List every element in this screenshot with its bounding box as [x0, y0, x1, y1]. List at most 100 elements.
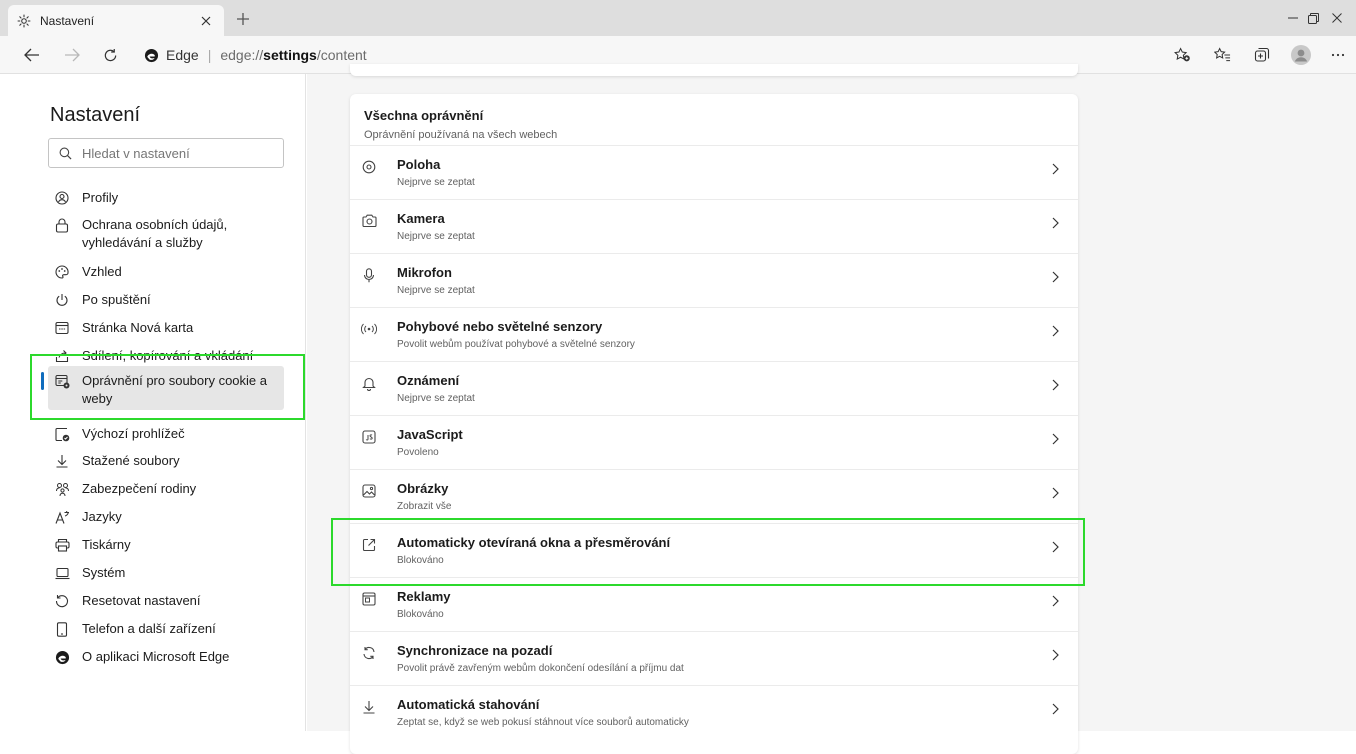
chevron-right-icon: [1048, 268, 1062, 286]
profile-button[interactable]: [1287, 42, 1315, 68]
sidebar-item-label: Sdílení, kopírování a vkládání: [82, 348, 254, 363]
permission-row-location[interactable]: Poloha Nejprve se zeptat: [350, 145, 1078, 199]
lock-icon: [54, 216, 70, 234]
refresh-button[interactable]: [96, 42, 124, 68]
chevron-right-icon: [1048, 322, 1062, 340]
permission-status: Nejprve se zeptat: [397, 231, 475, 242]
close-window-button[interactable]: [1318, 0, 1356, 36]
permission-name: Reklamy: [397, 589, 451, 604]
permission-name: Obrázky: [397, 481, 449, 496]
new-tab-button[interactable]: [230, 6, 256, 32]
search-input[interactable]: Hledat v nastavení: [48, 138, 284, 168]
sidebar-item-new-tab-page[interactable]: Stránka Nová karta: [48, 313, 284, 343]
microphone-icon: [360, 266, 378, 284]
edge-logo-icon: [144, 48, 159, 63]
forward-button[interactable]: [58, 42, 86, 68]
permission-row-popups-redirects[interactable]: Automaticky otevíraná okna a přesměrován…: [350, 523, 1078, 577]
sidebar-item-label: Po spuštění: [82, 292, 151, 307]
sidebar-item-label: Telefon a další zařízení: [82, 621, 216, 636]
sidebar-item-appearance[interactable]: Vzhled: [48, 257, 284, 287]
sync-icon: [360, 644, 378, 662]
active-indicator: [41, 372, 44, 390]
permission-row-images[interactable]: Obrázky Zobrazit vše: [350, 469, 1078, 523]
favorites-button[interactable]: [1208, 42, 1236, 68]
permission-name: Automaticky otevíraná okna a přesměrován…: [397, 535, 671, 550]
permission-row-microphone[interactable]: Mikrofon Nejprve se zeptat: [350, 253, 1078, 307]
sidebar-item-family-safety[interactable]: Zabezpečení rodiny: [48, 474, 284, 504]
back-button[interactable]: [18, 42, 46, 68]
edge-logo-icon: [54, 648, 70, 666]
close-tab-button[interactable]: [196, 11, 216, 31]
card-header: Všechna oprávnění Oprávnění používaná na…: [364, 108, 557, 141]
appearance-icon: [54, 263, 70, 281]
tab-settings[interactable]: Nastavení: [8, 5, 224, 36]
chevron-right-icon: [1048, 376, 1062, 394]
reset-icon: [54, 592, 70, 610]
permission-status: Blokováno: [397, 555, 444, 566]
avatar-icon: [1291, 45, 1311, 65]
sidebar-item-downloads[interactable]: Stažené soubory: [48, 446, 284, 476]
chevron-right-icon: [1048, 430, 1062, 448]
sidebar-item-startup[interactable]: Po spuštění: [48, 285, 284, 315]
permission-status: Zeptat se, když se web pokusí stáhnout v…: [397, 717, 689, 728]
permission-name: Mikrofon: [397, 265, 452, 280]
refresh-icon: [104, 48, 116, 61]
permission-row-background-sync[interactable]: Synchronizace na pozadí Povolit právě za…: [350, 631, 1078, 685]
permission-row-javascript[interactable]: JavaScript Povoleno: [350, 415, 1078, 469]
permission-name: JavaScript: [397, 427, 463, 442]
sidebar-item-cookies-site-permissions[interactable]: Oprávnění pro soubory cookie a weby: [48, 366, 284, 410]
plus-icon: [237, 13, 249, 25]
sidebar-item-label: Systém: [82, 565, 126, 580]
permission-name: Pohybové nebo světelné senzory: [397, 319, 603, 334]
profile-icon: [54, 189, 70, 207]
chevron-right-icon: [1048, 484, 1062, 502]
auto-download-icon: [360, 698, 378, 716]
permission-status: Povolit právě zavřeným webům dokončení o…: [397, 663, 684, 674]
javascript-icon: [360, 428, 378, 446]
sidebar-item-printers[interactable]: Tiskárny: [48, 530, 284, 560]
location-icon: [360, 158, 378, 176]
sidebar-item-profiles[interactable]: Profily: [48, 183, 284, 213]
sidebar-item-label: Zabezpečení rodiny: [82, 481, 197, 496]
sidebar-item-languages[interactable]: Jazyky: [48, 502, 284, 532]
new-tab-page-icon: [54, 319, 70, 337]
sidebar-item-privacy[interactable]: Ochrana osobních údajů, vyhledávání a sl…: [48, 210, 284, 258]
permission-row-camera[interactable]: Kamera Nejprve se zeptat: [350, 199, 1078, 253]
permission-status: Nejprve se zeptat: [397, 393, 475, 404]
sidebar-item-system[interactable]: Systém: [48, 558, 284, 588]
download-icon: [54, 452, 70, 470]
permission-name: Kamera: [397, 211, 445, 226]
permission-row-notifications[interactable]: Oznámení Nejprve se zeptat: [350, 361, 1078, 415]
family-icon: [54, 480, 70, 498]
previous-card: [350, 64, 1078, 76]
sidebar-item-label: Stažené soubory: [82, 453, 180, 468]
page-title: Nastavení: [50, 104, 141, 126]
sidebar-item-label: Resetovat nastavení: [82, 593, 201, 608]
chevron-right-icon: [1048, 646, 1062, 664]
settings-page: Nastavení Hledat v nastavení Profily Och…: [0, 64, 1356, 754]
sidebar-item-phone-devices[interactable]: Telefon a další zařízení: [48, 614, 284, 644]
sidebar-item-label: Jazyky: [82, 509, 122, 524]
permission-row-sensors[interactable]: Pohybové nebo světelné senzory Povolit w…: [350, 307, 1078, 361]
permission-row-ads[interactable]: Reklamy Blokováno: [350, 577, 1078, 631]
sidebar-item-about-edge[interactable]: O aplikaci Microsoft Edge: [48, 642, 284, 672]
favorites-icon: [1213, 47, 1230, 62]
ellipsis-icon: [1331, 53, 1345, 57]
permission-name: Synchronizace na pozadí: [397, 643, 553, 658]
collections-button[interactable]: [1248, 42, 1276, 68]
url-prefix: edge://: [220, 47, 264, 63]
sidebar-item-label: Vzhled: [82, 264, 122, 279]
tab-strip: Nastavení: [0, 0, 1356, 36]
chevron-right-icon: [1048, 214, 1062, 232]
share-icon: [54, 347, 70, 365]
permission-status: Nejprve se zeptat: [397, 177, 475, 188]
search-icon: [59, 147, 72, 159]
sidebar-item-default-browser[interactable]: Výchozí prohlížeč: [48, 419, 284, 449]
tab-title: Nastavení: [40, 13, 95, 28]
add-favorite-button[interactable]: [1168, 42, 1196, 68]
permission-status: Povolit webům používat pohybové a světel…: [397, 339, 635, 350]
search-placeholder: Hledat v nastavení: [82, 145, 190, 161]
permission-status: Povoleno: [397, 447, 439, 458]
more-menu-button[interactable]: [1324, 42, 1352, 68]
sidebar-item-reset[interactable]: Resetovat nastavení: [48, 586, 284, 616]
